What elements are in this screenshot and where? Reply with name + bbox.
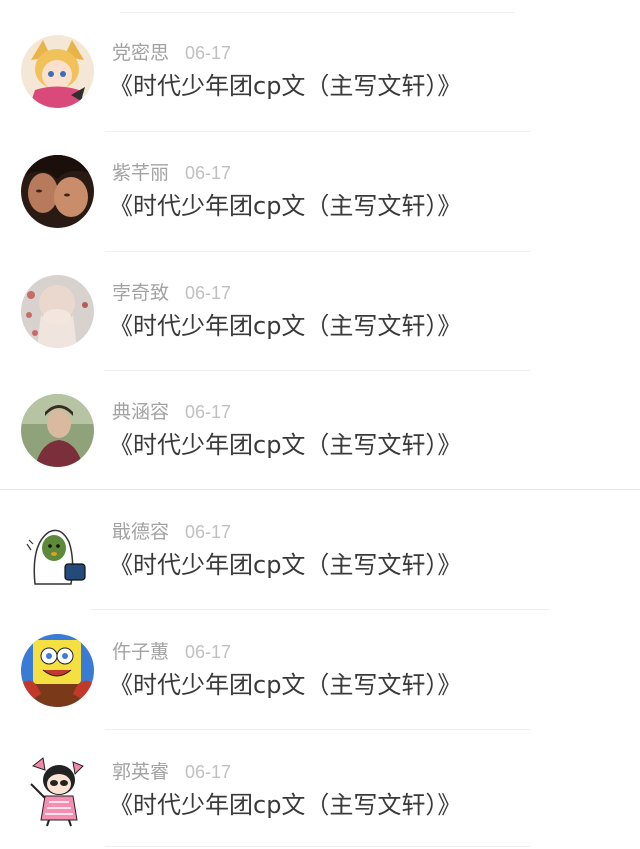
anime-character-avatar-icon [21,35,94,108]
comment-meta: 戢德容 06-17 [112,520,231,544]
comment-title[interactable]: 《时代少年团cp文（主写文轩）》 [109,789,461,821]
avatar[interactable] [21,35,94,108]
comment-date: 06-17 [185,43,232,63]
comment-date: 06-17 [185,762,232,782]
comment-title[interactable]: 《时代少年团cp文（主写文轩）》 [109,429,461,461]
girl-hands-photo-avatar-icon [21,275,94,348]
comment-date: 06-17 [185,402,232,422]
user-name[interactable]: 郭英睿 [112,761,169,783]
comment-title[interactable]: 《时代少年团cp文（主写文轩）》 [109,190,461,222]
avatar[interactable] [21,155,94,228]
cartoon-girl-avatar-icon [21,754,94,827]
list-item[interactable]: 紫芊丽 06-17 《时代少年团cp文（主写文轩）》 [0,120,640,240]
comment-list: 党密思 06-17 《时代少年团cp文（主写文轩）》 紫芊丽 06-17 《时代少年… [0,0,640,849]
comment-date: 06-17 [185,283,232,303]
user-name[interactable]: 孛奇致 [112,282,169,304]
comment-meta: 仵子蕙 06-17 [112,640,231,664]
user-name[interactable]: 典涵容 [112,401,169,423]
user-name[interactable]: 紫芊丽 [112,162,169,184]
comment-title[interactable]: 《时代少年团cp文（主写文轩）》 [109,669,461,701]
comment-title[interactable]: 《时代少年团cp文（主写文轩）》 [109,549,461,581]
comment-date: 06-17 [185,163,232,183]
comment-date: 06-17 [185,522,232,542]
comment-meta: 典涵容 06-17 [112,400,231,424]
comment-meta: 党密思 06-17 [112,41,231,65]
young-man-photo-avatar-icon [21,394,94,467]
list-item[interactable]: 典涵容 06-17 《时代少年团cp文（主写文轩）》 [0,359,640,479]
comment-title[interactable]: 《时代少年团cp文（主写文轩）》 [109,70,461,102]
avatar[interactable] [21,394,94,467]
list-item[interactable]: 党密思 06-17 《时代少年团cp文（主写文轩）》 [0,0,640,120]
avatar[interactable] [21,514,94,587]
list-item[interactable]: 戢德容 06-17 《时代少年团cp文（主写文轩）》 [0,479,640,599]
avatar[interactable] [21,754,94,827]
spongebob-cartoon-avatar-icon [21,634,94,707]
user-name[interactable]: 党密思 [112,42,169,64]
divider [105,846,530,847]
comment-meta: 紫芊丽 06-17 [112,161,231,185]
comment-meta: 孛奇致 06-17 [112,281,231,305]
comment-meta: 郭英睿 06-17 [112,760,231,784]
list-item[interactable]: 郭英睿 06-17 《时代少年团cp文（主写文轩）》 [0,719,640,839]
two-faces-photo-avatar-icon [21,155,94,228]
avatar[interactable] [21,634,94,707]
list-item[interactable]: 孛奇致 06-17 《时代少年团cp文（主写文轩）》 [0,240,640,360]
user-name[interactable]: 仵子蕙 [112,641,169,663]
green-cartoon-avatar-icon [21,514,94,587]
list-item[interactable]: 仵子蕙 06-17 《时代少年团cp文（主写文轩）》 [0,599,640,719]
comment-date: 06-17 [185,642,232,662]
comment-title[interactable]: 《时代少年团cp文（主写文轩）》 [109,310,461,342]
user-name[interactable]: 戢德容 [112,521,169,543]
avatar[interactable] [21,275,94,348]
